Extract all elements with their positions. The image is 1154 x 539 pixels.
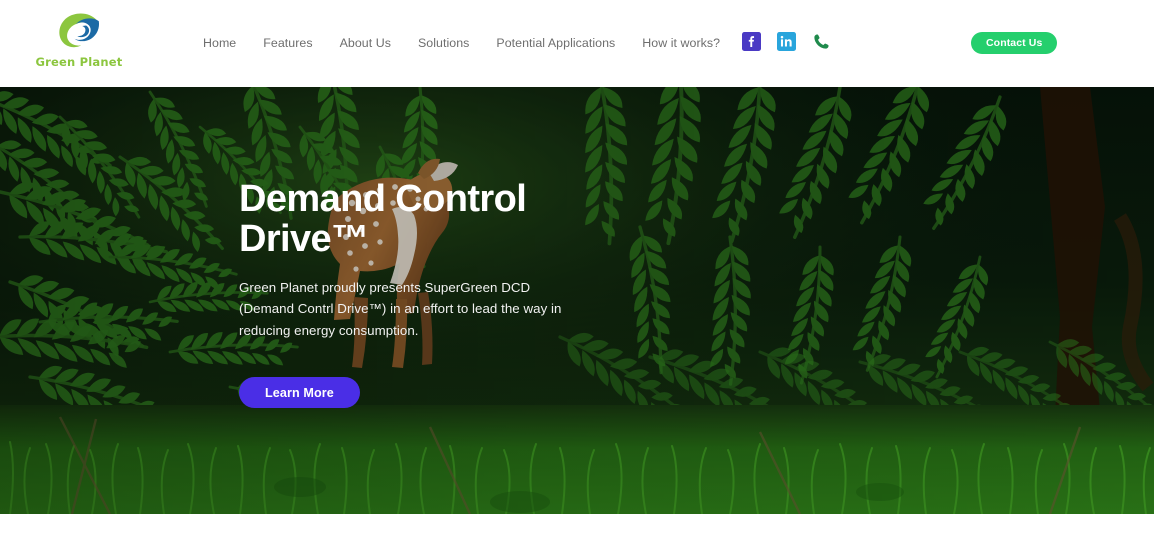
hero-subtitle: Green Planet proudly presents SuperGreen… xyxy=(239,279,562,338)
below-fold-section xyxy=(0,514,1154,539)
page-root: Green Planet Home Features About Us Solu… xyxy=(0,0,1154,539)
nav-item-about-us[interactable]: About Us xyxy=(340,36,405,50)
site-header: Green Planet Home Features About Us Solu… xyxy=(0,0,1154,87)
learn-more-button[interactable]: Learn More xyxy=(239,377,360,409)
contact-us-button[interactable]: Contact Us xyxy=(971,32,1058,54)
social-links xyxy=(742,32,831,51)
nav-item-solutions[interactable]: Solutions xyxy=(418,36,483,50)
green-planet-swirl-logo xyxy=(51,9,107,53)
hero-content: Demand Control Drive™ Green Planet proud… xyxy=(239,178,659,409)
nav-item-potential-applications[interactable]: Potential Applications xyxy=(496,36,629,50)
main-navigation: Home Features About Us Solutions Potenti… xyxy=(203,36,720,50)
nav-item-home[interactable]: Home xyxy=(203,36,250,50)
hero-section: Demand Control Drive™ Green Planet proud… xyxy=(0,87,1154,514)
phone-icon[interactable] xyxy=(812,32,831,51)
brand-logo[interactable]: Green Planet xyxy=(36,9,122,75)
brand-name: Green Planet xyxy=(35,55,123,69)
nav-item-features[interactable]: Features xyxy=(263,36,326,50)
linkedin-icon[interactable] xyxy=(777,32,796,51)
hero-title: Demand Control Drive™ xyxy=(239,178,527,261)
nav-item-how-it-works[interactable]: How it works? xyxy=(642,36,720,50)
facebook-icon[interactable] xyxy=(742,32,761,51)
